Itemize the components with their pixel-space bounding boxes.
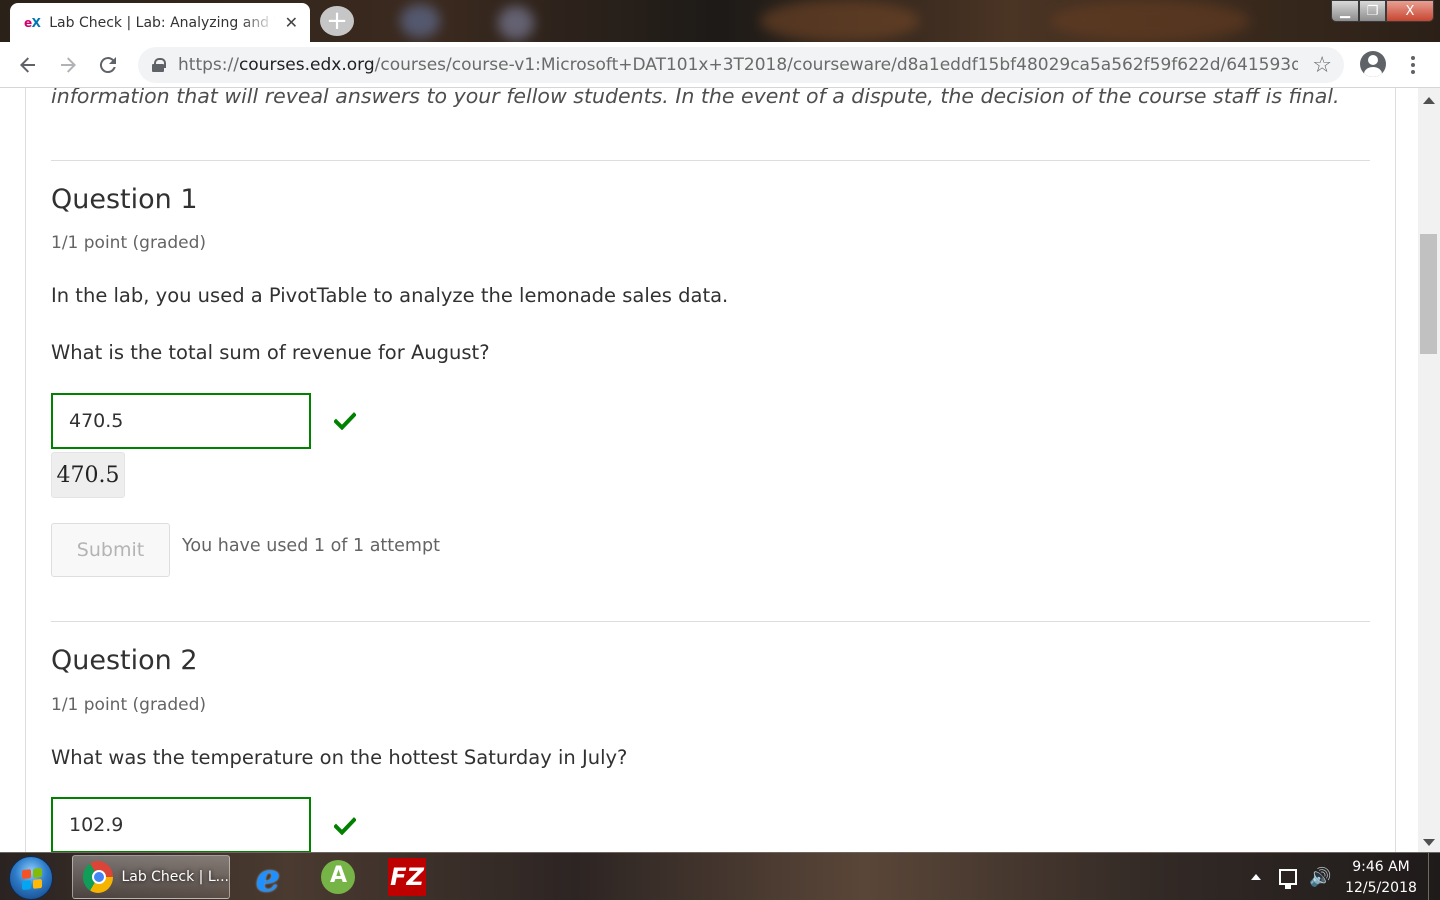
background-decoration xyxy=(498,6,534,40)
forward-arrow-icon[interactable] xyxy=(48,45,88,85)
url-host: courses.edx.org xyxy=(238,55,375,75)
question-1-rendered-answer: 470.5 xyxy=(51,452,125,498)
question-2-prompt: What was the temperature on the hottest … xyxy=(51,746,628,769)
url-text[interactable]: https://courses.edx.org/courses/course-v… xyxy=(178,55,1298,75)
background-decoration xyxy=(1050,0,1250,42)
tab-close-icon[interactable]: ✕ xyxy=(285,13,298,32)
scroll-down-arrow-icon[interactable] xyxy=(1423,839,1435,846)
question-1-intro: In the lab, you used a PivotTable to ana… xyxy=(51,284,729,307)
address-bar[interactable]: https://courses.edx.org/courses/course-v… xyxy=(138,47,1344,83)
browser-tab-active[interactable]: eX Lab Check | Lab: Analyzing and Visual… xyxy=(10,3,310,42)
show-hidden-icons-icon[interactable] xyxy=(1251,874,1261,880)
network-icon[interactable] xyxy=(1279,869,1297,889)
clock-date: 12/5/2018 xyxy=(1345,880,1417,896)
attempts-text: You have used 1 of 1 attempt xyxy=(182,536,440,556)
correct-checkmark-icon xyxy=(334,412,356,430)
question-2-points: 1/1 point (graded) xyxy=(51,695,207,715)
start-button[interactable] xyxy=(9,856,53,900)
browser-toolbar: https://courses.edx.org/courses/course-v… xyxy=(0,42,1440,88)
windows-taskbar: Lab Check | L... e FZ 🔊 9:46 AM 12/5/201… xyxy=(0,852,1440,900)
question-1-title: Question 1 xyxy=(51,184,198,215)
background-decoration xyxy=(760,0,920,42)
section-divider xyxy=(51,621,1370,622)
window-controls: ▁ ❐ X xyxy=(1331,0,1434,22)
filezilla-icon[interactable]: FZ xyxy=(387,855,427,899)
close-window-button[interactable]: X xyxy=(1386,0,1434,22)
reload-icon[interactable] xyxy=(88,45,128,85)
tab-title: Lab Check | Lab: Analyzing and Visualizi… xyxy=(49,14,274,31)
background-decoration xyxy=(400,4,440,38)
clock-time: 9:46 AM xyxy=(1352,859,1410,875)
filezilla-logo: FZ xyxy=(388,858,426,896)
chrome-icon xyxy=(83,861,114,893)
account-avatar-icon[interactable] xyxy=(1360,51,1386,77)
android-studio-logo xyxy=(321,860,355,894)
browser-menu-icon[interactable] xyxy=(1404,50,1422,80)
favicon-letter-e: e xyxy=(24,15,32,30)
new-tab-button[interactable]: + xyxy=(320,6,354,36)
back-arrow-icon[interactable] xyxy=(8,45,48,85)
windows-logo-icon xyxy=(22,867,42,891)
submit-button[interactable]: Submit xyxy=(51,523,170,577)
android-studio-icon[interactable] xyxy=(318,855,358,899)
scrollbar-thumb[interactable] xyxy=(1420,234,1437,354)
url-scheme: https:// xyxy=(178,55,239,75)
maximize-button[interactable]: ❐ xyxy=(1359,0,1386,22)
volume-icon[interactable]: 🔊 xyxy=(1309,867,1331,888)
system-clock[interactable]: 9:46 AM 12/5/2018 xyxy=(1338,857,1424,899)
section-divider xyxy=(51,160,1370,161)
favicon-letter-x: X xyxy=(31,15,41,30)
page-viewport: information that will reveal answers to … xyxy=(0,88,1440,852)
lock-icon[interactable] xyxy=(152,58,166,72)
course-content-panel xyxy=(25,88,1396,852)
minimize-button[interactable]: ▁ xyxy=(1331,0,1359,22)
scroll-up-arrow-icon[interactable] xyxy=(1423,97,1435,104)
internet-explorer-icon[interactable]: e xyxy=(248,854,288,900)
question-2-answer-input[interactable] xyxy=(51,797,311,852)
question-1-prompt: What is the total sum of revenue for Aug… xyxy=(51,341,490,364)
bookmark-star-icon[interactable]: ☆ xyxy=(1312,53,1332,78)
ie-glyph: e xyxy=(255,854,281,900)
question-1-points: 1/1 point (graded) xyxy=(51,233,207,253)
taskbar-window-label: Lab Check | L... xyxy=(121,869,229,885)
correct-checkmark-icon xyxy=(334,817,356,835)
url-path: /courses/course-v1:Microsoft+DAT101x+3T2… xyxy=(374,55,1298,75)
honor-code-notice: information that will reveal answers to … xyxy=(51,88,1340,108)
show-desktop-button[interactable] xyxy=(1428,853,1440,900)
question-2-title: Question 2 xyxy=(51,645,198,676)
taskbar-chrome-window[interactable]: Lab Check | L... xyxy=(72,855,230,899)
edx-favicon-icon: eX xyxy=(24,16,49,30)
question-1-answer-input[interactable] xyxy=(51,393,311,449)
page-scrollbar[interactable] xyxy=(1418,88,1440,852)
browser-titlebar: eX Lab Check | Lab: Analyzing and Visual… xyxy=(0,0,1440,42)
